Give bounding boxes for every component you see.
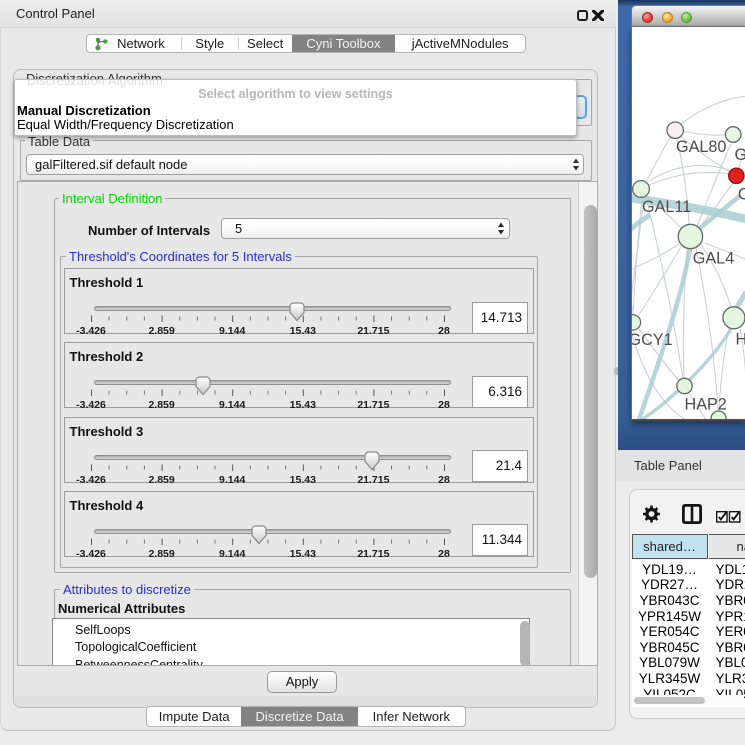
svg-text:GAL80: GAL80 [676, 138, 726, 156]
svg-text:GCY1: GCY1 [632, 331, 673, 349]
svg-text:GA: GA [735, 146, 745, 164]
svg-text:H: H [736, 331, 745, 349]
svg-text:GAL4: GAL4 [693, 250, 734, 268]
svg-text:HAP2: HAP2 [685, 396, 727, 414]
svg-text:CY: CY [738, 186, 745, 204]
svg-text:GAL11: GAL11 [642, 198, 691, 216]
